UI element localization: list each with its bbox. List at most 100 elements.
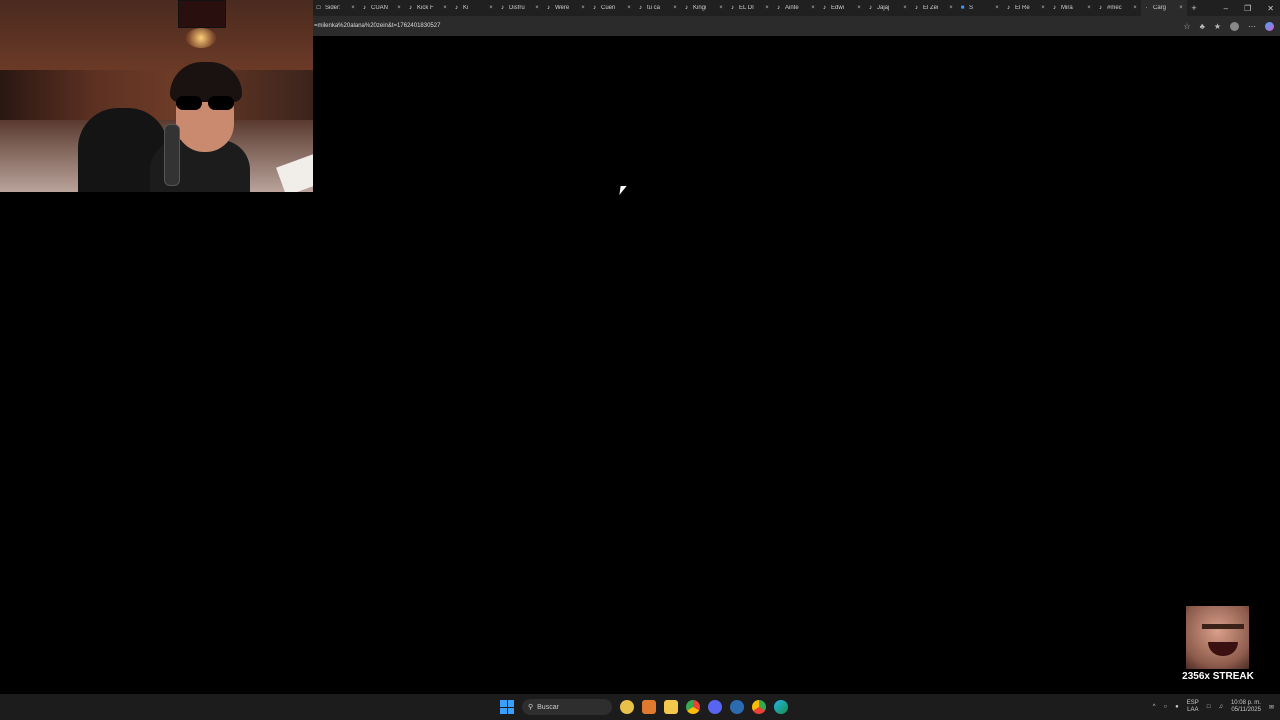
tab-label: Were <box>555 5 570 11</box>
app-orange-icon[interactable] <box>642 700 656 714</box>
tab-label: S <box>969 5 974 11</box>
tiktok-icon: ♪ <box>455 4 458 11</box>
browser-tab[interactable]: ♪ Were × <box>543 0 589 16</box>
browser-tab[interactable]: ♪ El Re × <box>1003 0 1049 16</box>
more-menu-icon[interactable]: ⋯ <box>1248 22 1256 31</box>
tab-close-icon[interactable]: × <box>855 5 863 11</box>
tab-close-icon[interactable]: × <box>441 5 449 11</box>
restore-icon[interactable]: ❐ <box>1244 4 1251 13</box>
browser-tab[interactable]: ■ S × <box>957 0 1003 16</box>
favorites-icon[interactable]: ★ <box>1214 22 1221 31</box>
window-controls: – ❐ ✕ <box>1224 0 1274 16</box>
browser-tab[interactable]: ♪ CUAN × <box>359 0 405 16</box>
webcam-overlay <box>0 0 313 192</box>
clock[interactable]: 10:08 p. m. 05/11/2025 <box>1231 700 1261 714</box>
tab-label: EL DI <box>739 5 754 11</box>
favorite-star-icon[interactable]: ☆ <box>1183 22 1190 31</box>
tab-close-icon[interactable]: × <box>901 5 909 11</box>
page-content <box>0 192 1280 694</box>
meme-mouth <box>1208 642 1238 656</box>
browser-tab[interactable]: ♪ El Zei × <box>911 0 957 16</box>
browser-tab[interactable]: ♪ tu ca × <box>635 0 681 16</box>
extensions-icon[interactable]: ♣ <box>1200 22 1205 31</box>
browser-tab[interactable]: ♪ Jajaj × <box>865 0 911 16</box>
tab-close-icon[interactable]: × <box>533 5 541 11</box>
browser-tab[interactable]: ♪ Ki × <box>451 0 497 16</box>
copilot-icon[interactable] <box>1265 21 1274 31</box>
new-tab-button[interactable]: + <box>1187 3 1201 13</box>
close-icon[interactable]: ✕ <box>1267 4 1274 13</box>
minimize-icon[interactable]: – <box>1224 4 1228 13</box>
tiktok-icon: ♪ <box>777 4 780 11</box>
streak-widget: 2356x STREAK <box>1180 606 1256 686</box>
streak-meme-image <box>1186 606 1249 669</box>
clock-time: 10:08 p. m. <box>1230 700 1261 706</box>
widgets-icon[interactable] <box>620 700 634 714</box>
chrome-alt-icon[interactable] <box>752 700 766 714</box>
browser-tab[interactable]: ♪ EL DI × <box>727 0 773 16</box>
tiktok-icon: ♪ <box>685 4 688 11</box>
tab-close-icon[interactable]: × <box>395 5 403 11</box>
meme-brows <box>1202 624 1244 629</box>
tab-label: Ki <box>463 5 469 11</box>
tab-close-icon[interactable]: × <box>947 5 955 11</box>
browser-tab[interactable]: ♪ Disfru × <box>497 0 543 16</box>
address-bar: =milenka%20alana%20zein&t=1762401830527 … <box>313 16 1280 36</box>
browser-tab[interactable]: ♪ Cuen × <box>589 0 635 16</box>
system-tray: ^ ○ ● ESP LAA □ ♫ 10:08 p. m. 05/11/2025… <box>1153 694 1274 720</box>
edge-icon[interactable] <box>774 700 788 714</box>
sunglasses <box>174 96 238 110</box>
lang-line1: ESP <box>1186 700 1199 706</box>
tiktok-icon: ♪ <box>501 4 504 11</box>
webcam-lamp <box>186 28 216 48</box>
browser-tab[interactable]: □ Sider: × <box>313 0 359 16</box>
tab-label: Kick F <box>417 5 434 11</box>
browser-toolbar: ☆ ♣ ★ ⋯ <box>1183 21 1280 31</box>
tab-close-icon[interactable]: × <box>349 5 357 11</box>
tiktok-icon: ♪ <box>639 4 642 11</box>
browser-tab[interactable]: ♪ Kick F × <box>405 0 451 16</box>
browser-tab[interactable]: ♪ Mira × <box>1049 0 1095 16</box>
url-field[interactable]: =milenka%20alana%20zein&t=1762401830527 <box>313 23 1183 29</box>
tab-close-icon[interactable]: × <box>1085 5 1093 11</box>
taskbar-search[interactable]: ⚲ Buscar <box>522 699 612 715</box>
tab-close-icon[interactable]: × <box>671 5 679 11</box>
tab-label: Carg <box>1153 5 1167 11</box>
browser-tab[interactable]: ♪ Kingi × <box>681 0 727 16</box>
tab-close-icon[interactable]: × <box>1177 5 1185 11</box>
tab-label: Jajaj <box>877 5 890 11</box>
windows-start-icon[interactable] <box>500 700 514 714</box>
browser-tab[interactable]: · Carg × <box>1141 0 1187 16</box>
tiktok-icon: ♪ <box>869 4 872 11</box>
file-explorer-icon[interactable] <box>664 700 678 714</box>
doc-icon: □ <box>316 4 321 11</box>
language-indicator[interactable]: ESP LAA <box>1187 700 1199 714</box>
tiktok-icon: ♪ <box>593 4 596 11</box>
browser-tab[interactable]: ♪ #mec × <box>1095 0 1141 16</box>
browser-tab[interactable]: ♪ Edwi × <box>819 0 865 16</box>
mic-icon[interactable]: ● <box>1175 704 1179 710</box>
network-off-icon[interactable]: ○ <box>1164 704 1168 710</box>
mouse-cursor-icon <box>619 186 627 195</box>
chevron-up-icon[interactable]: ^ <box>1153 704 1156 710</box>
notification-icon[interactable]: ✉ <box>1269 704 1274 711</box>
tab-close-icon[interactable]: × <box>809 5 817 11</box>
tab-close-icon[interactable]: × <box>763 5 771 11</box>
profile-icon[interactable] <box>1230 21 1239 31</box>
chrome-icon[interactable] <box>686 700 700 714</box>
tab-close-icon[interactable]: × <box>625 5 633 11</box>
browser-tab[interactable]: ♪ Ainte × <box>773 0 819 16</box>
volume-icon[interactable]: ♫ <box>1218 704 1223 710</box>
tab-label: tu ca <box>647 5 661 11</box>
tab-close-icon[interactable]: × <box>993 5 1001 11</box>
tab-close-icon[interactable]: × <box>1131 5 1139 11</box>
discord-icon[interactable] <box>708 700 722 714</box>
tab-label: CUAN <box>371 5 389 11</box>
tab-close-icon[interactable]: × <box>717 5 725 11</box>
app-blue-icon[interactable] <box>730 700 744 714</box>
tab-close-icon[interactable]: × <box>579 5 587 11</box>
tab-list: □ Sider: × ♪ CUAN × ♪ Kick F × ♪ Ki × ♪ Disfru × ♪ Were ×… <box>313 0 1187 16</box>
tab-close-icon[interactable]: × <box>1039 5 1047 11</box>
tab-close-icon[interactable]: × <box>487 5 495 11</box>
display-icon[interactable]: □ <box>1207 704 1211 710</box>
